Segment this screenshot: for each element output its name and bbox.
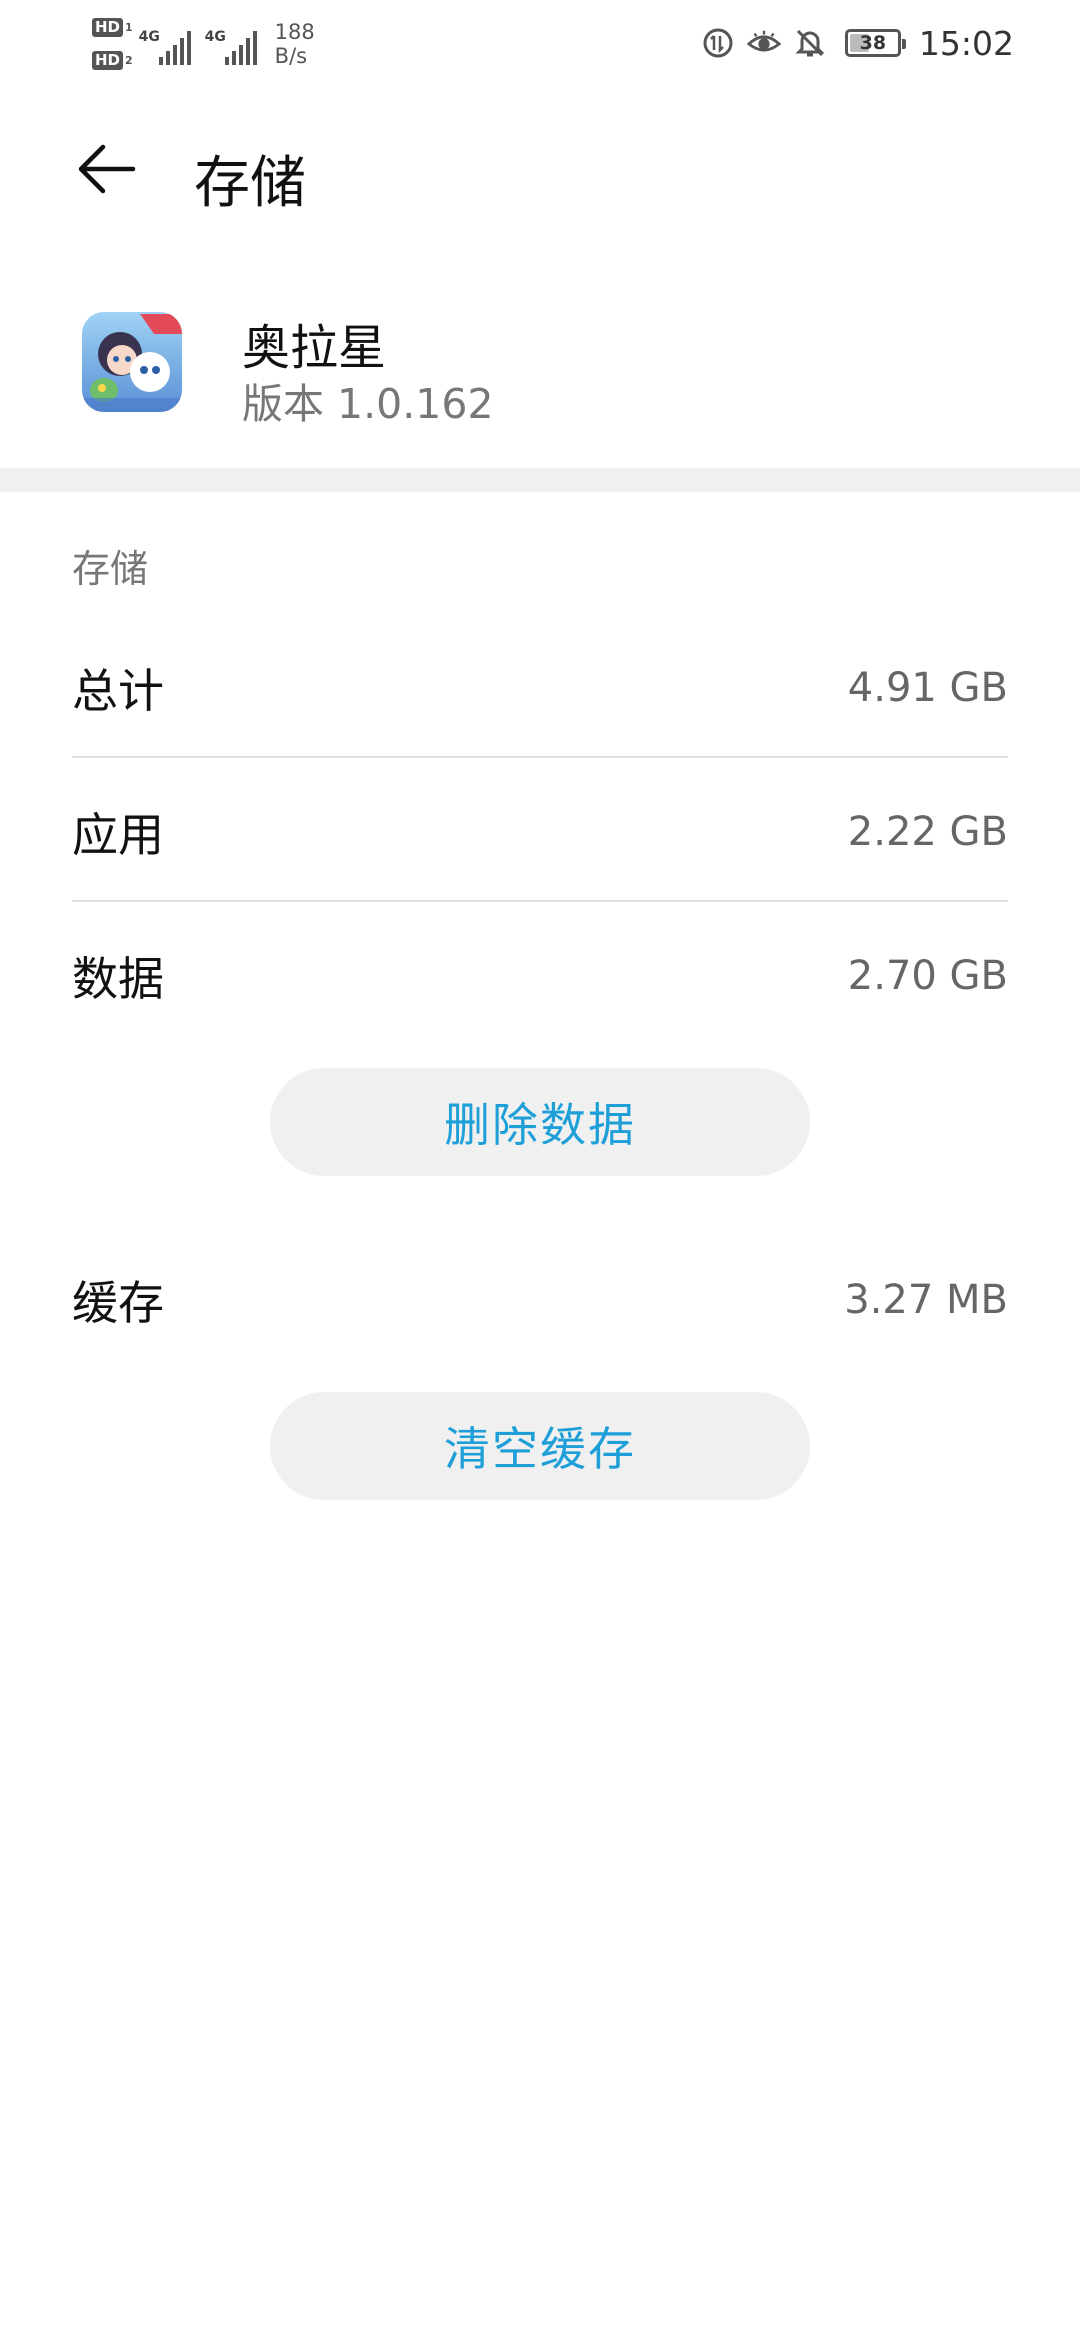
status-right: 38 15:02 — [701, 14, 1014, 72]
row-value: 2.22 GB — [847, 809, 1008, 855]
storage-row-total: 总计 4.91 GB — [72, 616, 1008, 760]
row-value: 3.27 MB — [844, 1277, 1008, 1323]
app-header: 奥拉星 版本 1.0.162 — [0, 300, 1080, 466]
data-saver-icon — [701, 26, 735, 60]
row-value: 2.70 GB — [847, 953, 1008, 999]
battery-icon: 38 — [844, 29, 906, 57]
row-divider — [72, 900, 1008, 902]
sim2-hd-badge: HD 2 — [92, 51, 133, 70]
section-divider — [0, 468, 1080, 492]
signal-bars-icon — [158, 31, 191, 65]
network-speed-unit: B/s — [274, 44, 308, 68]
sim1-hd-badge: HD 1 — [92, 18, 133, 37]
row-label: 数据 — [72, 952, 164, 1006]
row-label: 缓存 — [72, 1276, 164, 1330]
app-bar: 存储 — [0, 120, 1080, 220]
sim1-network-type: 4G — [138, 29, 160, 45]
storage-row-app: 应用 2.22 GB — [72, 760, 1008, 904]
mute-bell-icon — [793, 26, 827, 60]
row-value: 4.91 GB — [847, 665, 1008, 711]
row-divider — [72, 756, 1008, 758]
sim2-signal: 4G — [205, 23, 257, 65]
sim2-number: 2 — [125, 54, 133, 67]
storage-row-cache: 缓存 3.27 MB — [72, 1228, 1008, 1372]
network-speed-value: 188 — [274, 20, 315, 44]
app-name: 奥拉星 — [242, 320, 387, 376]
eye-comfort-icon — [746, 26, 781, 60]
sim1-signal: 4G — [139, 23, 191, 65]
clock: 15:02 — [918, 23, 1014, 63]
back-arrow-icon — [78, 144, 136, 194]
page-title: 存储 — [194, 151, 306, 216]
app-version: 版本 1.0.162 — [242, 380, 494, 428]
signal-bars-icon — [224, 31, 257, 65]
storage-row-data: 数据 2.70 GB — [72, 904, 1008, 1048]
battery-level: 38 — [859, 32, 887, 54]
network-speed: 188 B/s — [275, 20, 315, 68]
sim-indicators: HD 1 HD 2 — [92, 18, 133, 70]
row-label: 总计 — [72, 664, 164, 718]
status-bar: HD 1 HD 2 4G 4G 188 B/s 38 15:02 — [0, 0, 1080, 86]
app-logo-icon — [82, 312, 182, 412]
sim1-hd-label: HD — [92, 18, 124, 37]
clear-cache-button[interactable]: 清空缓存 — [270, 1392, 810, 1500]
storage-section-label: 存储 — [72, 547, 149, 591]
sim2-hd-label: HD — [92, 51, 124, 70]
delete-data-button[interactable]: 删除数据 — [270, 1068, 810, 1176]
sim2-network-type: 4G — [204, 29, 226, 45]
status-left: HD 1 HD 2 4G 4G 188 B/s — [92, 14, 315, 74]
row-label: 应用 — [72, 808, 164, 862]
back-button[interactable] — [74, 136, 140, 202]
sim1-number: 1 — [125, 21, 133, 34]
